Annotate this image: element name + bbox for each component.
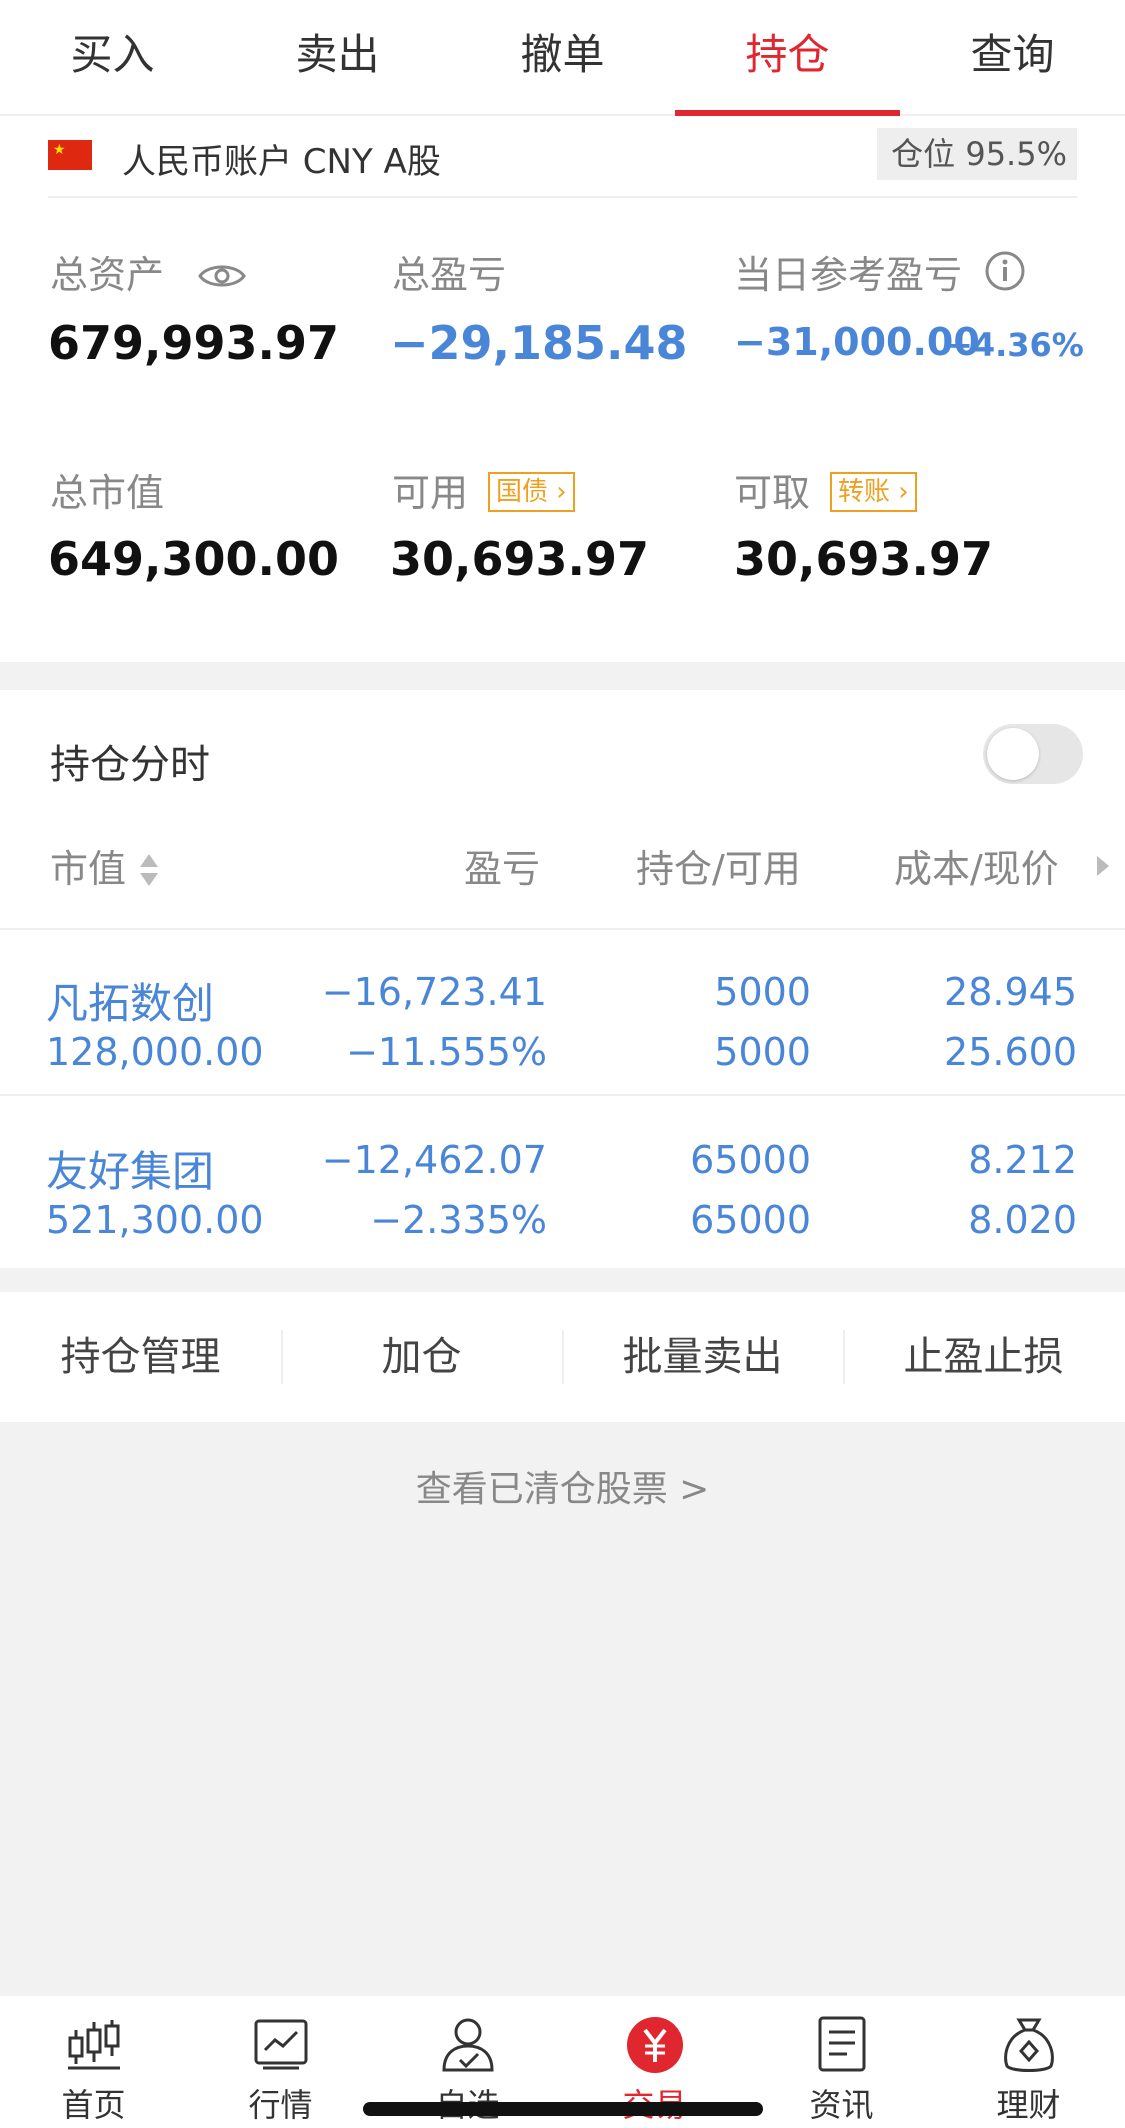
- treasury-bond-tag-label: 国债: [496, 476, 549, 507]
- column-header-holding-available: 持仓/可用: [636, 847, 801, 891]
- available-label: 可用 国债 ›: [392, 462, 575, 517]
- holdings-panel: 持仓分时 市值 盈亏 持仓/可用 成本/现价 凡拓数创 128,000.00 −…: [0, 690, 1125, 1268]
- withdrawable-label: 可取 转账 ›: [734, 462, 917, 517]
- treasury-bond-tag[interactable]: 国债 ›: [488, 471, 575, 512]
- stock-pnl-percent: −11.555%: [346, 1030, 547, 1074]
- sort-icon: [140, 854, 159, 886]
- chevron-right-icon: ›: [890, 476, 909, 507]
- document-icon: [818, 2016, 865, 2072]
- nav-wealth[interactable]: 理财: [935, 1996, 1122, 2128]
- scroll-right-arrow-icon[interactable]: [1095, 854, 1111, 878]
- holding-row[interactable]: 友好集团 521,300.00 −12,462.07 −2.335% 65000…: [0, 1096, 1125, 1268]
- chart-icon: [254, 2019, 307, 2070]
- available-label-text: 可用: [392, 471, 469, 515]
- holdings-intraday-toggle[interactable]: [983, 724, 1083, 784]
- transfer-tag-label: 转账: [838, 476, 891, 507]
- china-flag-icon: ★: [48, 140, 92, 170]
- stock-cost: 8.212: [968, 1138, 1077, 1182]
- info-icon[interactable]: [984, 250, 1026, 292]
- stock-cost: 28.945: [944, 970, 1077, 1014]
- stock-holding: 5000: [714, 970, 811, 1014]
- column-header-cost-price: 成本/现价: [894, 847, 1059, 891]
- toggle-knob: [987, 728, 1039, 780]
- stock-price: 8.020: [968, 1198, 1077, 1242]
- holding-action-bar: 持仓管理 加仓 批量卖出 止盈止损: [0, 1292, 1125, 1422]
- nav-wealth-label: 理财: [996, 2086, 1061, 2124]
- account-summary: ★ 人民币账户 CNY A股 仓位 95.5% 总资产 679,993.97 总…: [0, 116, 1125, 662]
- stock-market-value: 128,000.00: [46, 1030, 264, 1074]
- withdrawable-label-text: 可取: [734, 471, 811, 515]
- tab-cancel-order[interactable]: 撤单: [450, 0, 675, 112]
- chevron-right-icon: ›: [548, 476, 567, 507]
- daily-pnl-percent: −4.36%: [946, 326, 1084, 364]
- total-pnl-value: −29,185.48: [390, 316, 688, 370]
- top-tab-bar: 买入 卖出 撤单 持仓 查询: [0, 0, 1125, 116]
- market-value-value: 649,300.00: [48, 532, 340, 586]
- tab-query[interactable]: 查询: [900, 0, 1125, 112]
- transfer-tag[interactable]: 转账 ›: [830, 471, 917, 512]
- tab-buy[interactable]: 买入: [0, 0, 225, 112]
- withdrawable-value: 30,693.97: [734, 532, 993, 586]
- holdings-intraday-title: 持仓分时: [50, 742, 210, 788]
- daily-pnl-value: −31,000.00: [734, 320, 980, 364]
- market-value-label: 总市值: [50, 471, 165, 515]
- stock-name: 凡拓数创: [46, 979, 215, 1028]
- total-assets-value: 679,993.97: [48, 316, 340, 370]
- nav-news-label: 资讯: [809, 2086, 874, 2124]
- stock-pnl: −12,462.07: [321, 1138, 547, 1182]
- total-assets-label: 总资产: [50, 244, 246, 299]
- nav-news[interactable]: 资讯: [748, 1996, 935, 2128]
- add-position-button[interactable]: 加仓: [281, 1292, 562, 1422]
- tab-holdings[interactable]: 持仓: [675, 0, 900, 112]
- daily-pnl-label: 当日参考盈亏: [734, 244, 1026, 299]
- yuan-icon: [626, 2017, 683, 2073]
- total-pnl-label: 总盈亏: [392, 253, 507, 297]
- daily-pnl-label-text: 当日参考盈亏: [734, 253, 963, 297]
- position-ratio-badge: 仓位 95.5%: [877, 128, 1077, 180]
- available-value: 30,693.97: [390, 532, 649, 586]
- stock-available: 65000: [690, 1198, 811, 1242]
- account-name: 人民币账户 CNY A股: [122, 142, 441, 182]
- stock-market-value: 521,300.00: [46, 1198, 264, 1242]
- column-header-market-value[interactable]: 市值: [50, 838, 160, 893]
- view-cleared-stocks-link[interactable]: 查看已清仓股票 >: [0, 1460, 1125, 1512]
- person-check-icon: [441, 2018, 494, 2072]
- column-header-market-value-label: 市值: [50, 847, 127, 891]
- home-indicator: [363, 2102, 763, 2116]
- batch-sell-button[interactable]: 批量卖出: [562, 1292, 843, 1422]
- tab-sell[interactable]: 卖出: [225, 0, 450, 112]
- money-bag-icon: [1003, 2018, 1054, 2072]
- stock-price: 25.600: [944, 1030, 1077, 1074]
- total-assets-label-text: 总资产: [50, 253, 165, 297]
- stock-holding: 65000: [690, 1138, 811, 1182]
- nav-market[interactable]: 行情: [187, 1996, 374, 2128]
- candlestick-icon: [67, 2020, 120, 2070]
- stock-pnl: −16,723.41: [321, 970, 547, 1014]
- stock-available: 5000: [714, 1030, 811, 1074]
- eye-icon[interactable]: [198, 260, 246, 292]
- manage-holdings-button[interactable]: 持仓管理: [0, 1292, 281, 1422]
- nav-home-label: 首页: [61, 2086, 126, 2124]
- stock-name: 友好集团: [46, 1147, 215, 1196]
- account-row[interactable]: ★ 人民币账户 CNY A股 仓位 95.5%: [48, 116, 1077, 198]
- holding-row[interactable]: 凡拓数创 128,000.00 −16,723.41 −11.555% 5000…: [0, 930, 1125, 1094]
- nav-market-label: 行情: [248, 2086, 313, 2124]
- column-header-pnl: 盈亏: [464, 847, 541, 891]
- nav-home[interactable]: 首页: [0, 1996, 187, 2128]
- take-profit-stop-loss-button[interactable]: 止盈止损: [843, 1292, 1124, 1422]
- stock-pnl-percent: −2.335%: [370, 1198, 547, 1242]
